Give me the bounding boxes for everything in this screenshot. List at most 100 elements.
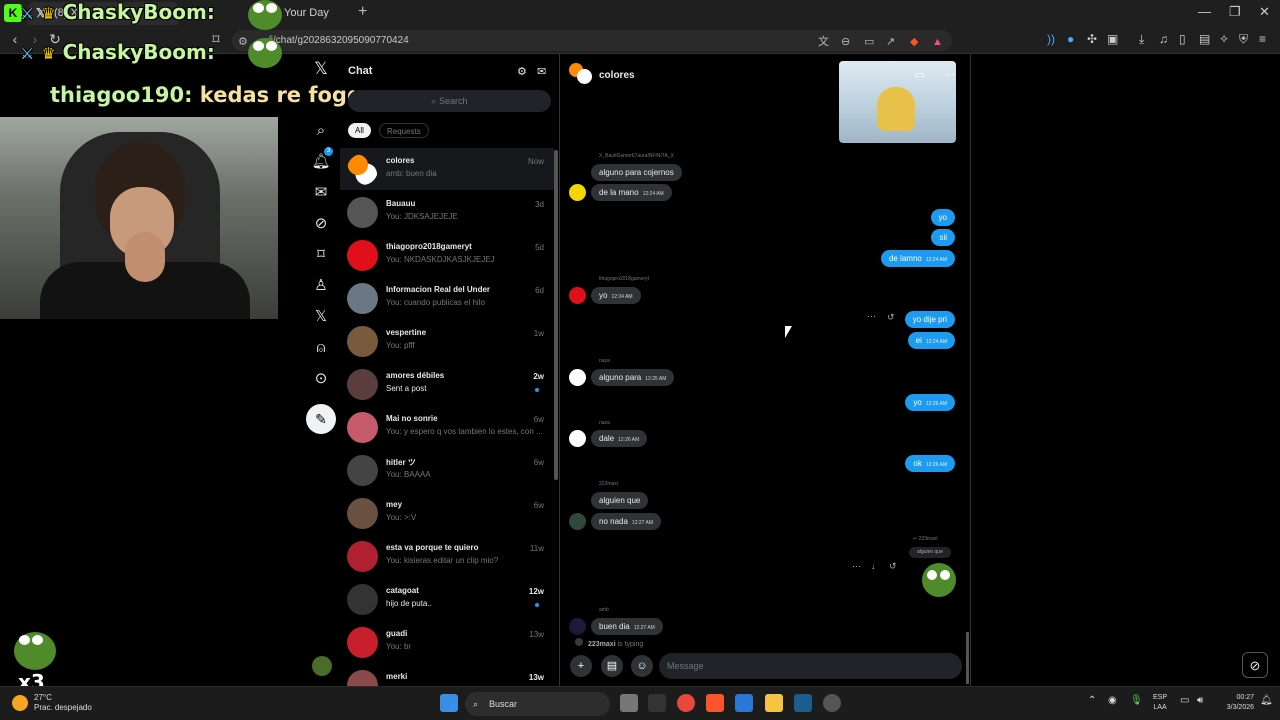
sender-avatar[interactable] <box>569 287 586 304</box>
discord-tray-icon[interactable]: ◉ <box>1108 695 1117 706</box>
taskbar-search[interactable]: ⌕ Buscar <box>465 692 610 716</box>
conversation-row[interactable]: Bauauu You: JDKSAJEJEJE 3d <box>340 191 554 233</box>
mail-icon[interactable]: ✉ <box>310 182 332 204</box>
sender-avatar[interactable] <box>569 430 586 447</box>
conversation-row[interactable]: thiagopro2018gameryt You: NKDASKDJKASJKJE… <box>340 234 554 276</box>
epic-games-icon[interactable] <box>648 694 666 712</box>
x-logo-icon[interactable]: 𝕏 <box>310 58 332 80</box>
bell-icon[interactable]: 🔔︎ 3 <box>310 147 333 173</box>
emoji-icon[interactable]: ☺ <box>631 655 653 677</box>
conversation-scrollbar[interactable] <box>966 632 969 684</box>
add-attachment-icon[interactable]: + <box>570 655 592 677</box>
incoming-message[interactable]: alguno para 12:25 AM <box>591 369 675 386</box>
conversation-row[interactable]: vespertine You: pfff 1w <box>340 320 554 362</box>
network-icon[interactable]: ▭ <box>1180 695 1189 706</box>
bookmark-icon[interactable]: ⌑ <box>310 244 332 266</box>
cast-icon[interactable]: ▭ <box>864 32 874 53</box>
conversation-row[interactable]: catagoat hijo de puta.. 12w <box>340 578 554 620</box>
conversation-row[interactable]: mey You: >:V 6w <box>340 492 554 534</box>
floating-video-thumbnail[interactable] <box>839 61 956 143</box>
menu-icon[interactable]: ≡ <box>1259 32 1266 46</box>
search-icon[interactable]: ⌕ <box>310 120 332 142</box>
site-settings-icon[interactable]: ⚙ <box>238 32 248 53</box>
grok-icon[interactable]: ⊘ <box>310 213 332 235</box>
volume-icon[interactable]: 🔊︎ <box>1197 695 1203 706</box>
outgoing-message[interactable]: yo 12:26 AM <box>905 394 955 411</box>
sender-avatar[interactable] <box>569 618 586 635</box>
chrome-icon[interactable] <box>677 694 695 712</box>
language-indicator[interactable]: ESP LAA <box>1153 693 1167 713</box>
extension-icon[interactable]: ● <box>1067 32 1074 46</box>
incoming-message[interactable]: alguien que <box>591 492 649 509</box>
steam-icon[interactable] <box>794 694 812 712</box>
conversation-row[interactable]: amores débiles Sent a post 2w <box>340 363 554 405</box>
store-icon[interactable] <box>735 694 753 712</box>
conversation-row[interactable]: guadi You: br 13w <box>340 621 554 663</box>
file-explorer-icon[interactable] <box>765 694 783 712</box>
new-tab-icon[interactable]: + <box>358 3 367 21</box>
media-icon[interactable]: ♫ <box>1159 32 1168 46</box>
outgoing-message[interactable]: sii <box>931 229 955 246</box>
conversation-row[interactable]: hitler ツ You: BAAAA 6w <box>340 449 554 491</box>
gear-icon[interactable]: ⚙ <box>517 65 527 78</box>
system-clock[interactable]: 00:27 3/3/2026 <box>1214 693 1254 713</box>
wallet-icon[interactable]: ▤ <box>1199 32 1210 46</box>
download-icon[interactable]: ⤓ <box>1139 32 1144 47</box>
incoming-message[interactable]: no nada 12:27 AM <box>591 513 662 530</box>
windows-start-icon[interactable] <box>440 694 458 712</box>
more-icon[interactable]: ⋯ <box>852 561 861 572</box>
conversation-row[interactable]: esta va porque te quiero You: kisieras ed… <box>340 535 554 577</box>
sender-avatar[interactable] <box>569 369 586 386</box>
more-icon[interactable]: ⋯ <box>867 311 876 322</box>
incoming-message[interactable]: dale 12:26 AM <box>591 430 648 447</box>
mic-tray-icon[interactable]: 🎙︎ <box>1130 695 1143 706</box>
filter-all[interactable]: All <box>348 123 371 138</box>
extensions-icon[interactable]: ✣ <box>1087 32 1097 46</box>
conversation-row[interactable]: Mai no sonrie You: y espero q vos tambien… <box>340 406 554 448</box>
minimize-icon[interactable]: — <box>1198 4 1211 19</box>
react-icon[interactable]: ↺ <box>889 561 897 572</box>
conversation-row[interactable]: merkisoy admin13w <box>340 664 554 686</box>
notifications-icon[interactable]: 🔔︎ <box>1260 695 1273 706</box>
compose-icon[interactable]: ✎ <box>306 404 336 434</box>
brave-icon[interactable] <box>706 694 724 712</box>
video-call-icon[interactable]: ▭ <box>914 68 924 81</box>
more-options-icon[interactable]: ⋯ <box>944 68 955 81</box>
filter-requests[interactable]: Requests <box>379 123 429 138</box>
conversation-row[interactable]: Informacion Real del Under You: cuando pu… <box>340 277 554 319</box>
account-avatar[interactable] <box>312 656 332 676</box>
outgoing-message[interactable]: yo <box>930 209 955 226</box>
weather-icon[interactable] <box>12 695 28 711</box>
outgoing-message[interactable]: ei 12:24 AM <box>907 332 955 349</box>
zoom-icon[interactable]: ⊖ <box>841 32 850 53</box>
new-chat-icon[interactable]: ✉ <box>537 65 546 78</box>
conversation-row[interactable]: colores amb: buen dia Now <box>340 148 554 190</box>
incoming-message[interactable]: de la mano 12:24 AM <box>591 184 672 201</box>
x-premium-icon[interactable]: 𝕏 <box>310 306 332 328</box>
brave-rewards-icon[interactable]: ▲ <box>932 32 943 53</box>
chat-list-scrollbar[interactable] <box>554 150 558 480</box>
vpn-icon[interactable]: ⛨ <box>1239 32 1248 47</box>
message-input[interactable]: Message <box>659 653 962 679</box>
more-icon[interactable]: ⊙ <box>310 368 332 390</box>
sender-avatar[interactable] <box>569 184 586 201</box>
url-field[interactable]: ⚙ /i/chat/g2028632095090770424 文 ⊖ ▭ ↗ ◆… <box>232 30 952 51</box>
extension-2-icon[interactable]: ▣ <box>1107 32 1118 46</box>
share-icon[interactable]: ↗ <box>886 32 895 53</box>
react-icon[interactable]: ↺ <box>887 312 895 323</box>
outgoing-message[interactable]: ok 12:26 AM <box>905 455 955 472</box>
outgoing-message[interactable]: yo dije pri <box>904 311 955 328</box>
outgoing-message[interactable]: de lamno 12:24 AM <box>880 250 955 267</box>
tray-overflow-icon[interactable]: ⌃ <box>1088 695 1096 706</box>
sidebar-icon[interactable]: ▯ <box>1179 32 1186 46</box>
gif-icon[interactable]: ▤ <box>601 655 623 677</box>
weather-widget[interactable]: 27°C Prac. despejado <box>34 693 92 713</box>
translate-icon[interactable]: 文 <box>818 32 829 53</box>
close-icon[interactable]: ✕ <box>1259 4 1270 20</box>
leo-ai-icon[interactable]: ✧ <box>1219 32 1229 46</box>
grok-floating-icon[interactable]: ⊘ <box>1242 652 1268 678</box>
sender-avatar[interactable] <box>569 513 586 530</box>
search-input[interactable]: ⌕ Search <box>348 90 551 112</box>
brave-shield-icon[interactable]: ◆ <box>910 32 918 53</box>
incoming-message[interactable]: buen dia 12:27 AM <box>591 618 663 635</box>
